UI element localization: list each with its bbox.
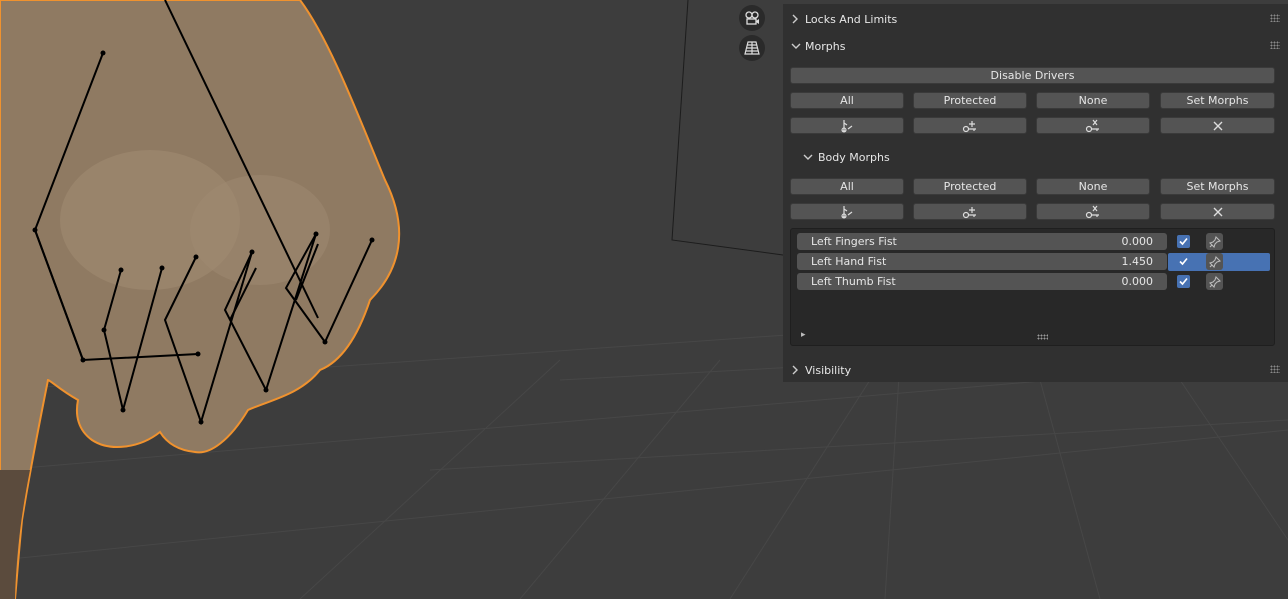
morph-value: 1.450 bbox=[1121, 255, 1154, 268]
filter-none-button[interactable]: None bbox=[1036, 92, 1150, 109]
panel-title: Locks And Limits bbox=[805, 12, 898, 26]
body-filter-all-button[interactable]: All bbox=[790, 178, 904, 195]
filter-all-button[interactable]: All bbox=[790, 92, 904, 109]
chevron-down-icon bbox=[803, 153, 815, 161]
grid-icon bbox=[744, 41, 760, 55]
checkmark-icon bbox=[1179, 277, 1188, 286]
body-filter-none-button[interactable]: None bbox=[1036, 178, 1150, 195]
morph-value: 0.000 bbox=[1121, 235, 1154, 248]
drag-handle-icon[interactable] bbox=[1270, 365, 1280, 373]
pin-icon bbox=[1208, 255, 1221, 268]
chevron-right-icon bbox=[791, 14, 803, 24]
chevron-right-icon bbox=[791, 365, 803, 375]
panel-title: Visibility bbox=[805, 363, 852, 377]
drag-handle-icon[interactable] bbox=[1270, 14, 1280, 22]
checkmark-icon bbox=[1179, 237, 1188, 246]
body-clear-button[interactable] bbox=[1160, 203, 1275, 220]
list-options-toggle[interactable]: ▸ bbox=[801, 330, 806, 340]
body-remove-key-button[interactable] bbox=[1036, 203, 1150, 220]
pin-button[interactable] bbox=[1206, 273, 1223, 290]
body-pose-key-button[interactable] bbox=[790, 203, 904, 220]
filter-protected-button[interactable]: Protected bbox=[913, 92, 1027, 109]
body-filter-protected-button[interactable]: Protected bbox=[913, 178, 1027, 195]
pin-icon bbox=[1208, 235, 1221, 248]
remove-key-button[interactable] bbox=[1036, 117, 1150, 134]
panel-header-morphs[interactable]: Morphs bbox=[783, 33, 1288, 59]
remove-key-icon bbox=[1085, 119, 1099, 132]
subpanel-title: Body Morphs bbox=[818, 150, 890, 164]
pose-key-icon bbox=[841, 119, 853, 133]
morph-name: Left Hand Fist bbox=[811, 255, 887, 268]
morph-enabled-checkbox[interactable] bbox=[1177, 275, 1190, 288]
close-icon bbox=[1213, 121, 1222, 130]
pose-key-icon bbox=[841, 205, 853, 219]
morph-name: Left Thumb Fist bbox=[811, 275, 896, 288]
disable-drivers-button[interactable]: Disable Drivers bbox=[790, 67, 1275, 84]
body-add-key-button[interactable] bbox=[913, 203, 1027, 220]
add-key-icon bbox=[962, 120, 976, 132]
camera-view-button[interactable] bbox=[739, 5, 765, 31]
add-key-button[interactable] bbox=[913, 117, 1027, 134]
checkmark-icon bbox=[1179, 257, 1188, 266]
body-set-morphs-button[interactable]: Set Morphs bbox=[1160, 178, 1275, 195]
morph-value: 0.000 bbox=[1121, 275, 1154, 288]
close-icon bbox=[1213, 207, 1222, 216]
remove-key-icon bbox=[1085, 205, 1099, 218]
pin-icon bbox=[1208, 275, 1221, 288]
pin-button[interactable] bbox=[1206, 253, 1223, 270]
morph-slider[interactable]: Left Thumb Fist 0.000 bbox=[797, 273, 1167, 290]
morph-enabled-checkbox[interactable] bbox=[1177, 235, 1190, 248]
morph-slider[interactable]: Left Hand Fist 1.450 bbox=[797, 253, 1167, 270]
camera-icon bbox=[745, 11, 759, 25]
add-key-icon bbox=[962, 206, 976, 218]
chevron-down-icon bbox=[791, 42, 803, 50]
morph-enabled-checkbox[interactable] bbox=[1177, 255, 1190, 268]
morph-slider[interactable]: Left Fingers Fist 0.000 bbox=[797, 233, 1167, 250]
drag-handle-icon[interactable] bbox=[1270, 41, 1280, 49]
subpanel-header-body-morphs[interactable]: Body Morphs bbox=[795, 144, 1285, 170]
pose-key-button[interactable] bbox=[790, 117, 904, 134]
set-morphs-button[interactable]: Set Morphs bbox=[1160, 92, 1275, 109]
pin-button[interactable] bbox=[1206, 233, 1223, 250]
panel-header-visibility[interactable]: Visibility bbox=[783, 357, 1288, 383]
panel-title: Morphs bbox=[805, 39, 846, 53]
perspective-toggle-button[interactable] bbox=[739, 35, 765, 61]
clear-button[interactable] bbox=[1160, 117, 1275, 134]
morph-name: Left Fingers Fist bbox=[811, 235, 897, 248]
panel-header-locks[interactable]: Locks And Limits bbox=[783, 6, 1288, 32]
list-resize-handle[interactable] bbox=[1037, 334, 1048, 340]
